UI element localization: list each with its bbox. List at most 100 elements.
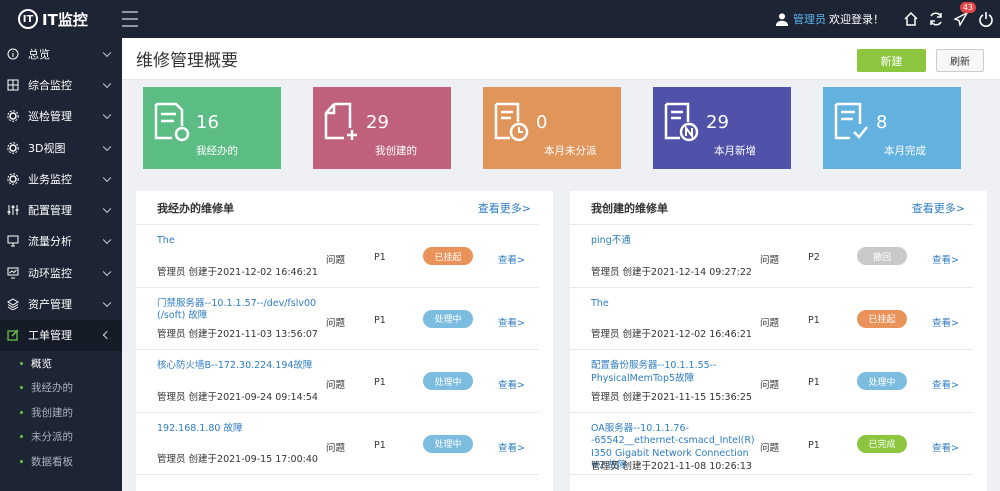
layers-icon bbox=[7, 298, 19, 311]
stat-card-handled[interactable]: 16 我经办的 bbox=[143, 87, 281, 169]
cube-icon bbox=[7, 141, 19, 154]
chevron-down-icon bbox=[102, 79, 112, 88]
stat-number: 16 bbox=[196, 112, 219, 133]
sidebar-item-overview[interactable]: 总览 bbox=[0, 38, 122, 69]
order-title-link[interactable]: The bbox=[591, 298, 751, 311]
view-link[interactable]: 查看> bbox=[932, 252, 959, 266]
view-link[interactable]: 查看> bbox=[498, 252, 525, 266]
order-title-link[interactable]: The bbox=[157, 235, 317, 248]
sidebar-item-traffic[interactable]: 流量分析 bbox=[0, 226, 122, 257]
sidebar-item-environment[interactable]: 动环监控 bbox=[0, 257, 122, 288]
sidebar-sub-dashboard[interactable]: 数据看板 bbox=[0, 449, 122, 474]
stat-card-done-month[interactable]: 8 本月完成 bbox=[823, 87, 961, 169]
new-button[interactable]: 新建 bbox=[857, 49, 926, 72]
panel-handled-orders: 我经办的维修单 查看更多> The 管理员 创建于2021-12-02 16:4… bbox=[136, 191, 553, 491]
sidebar-sub-overview[interactable]: 概览 bbox=[0, 351, 122, 376]
order-type: 问题 bbox=[326, 317, 346, 329]
table-row: 配置备份服务器--10.1.1.55--PhysicalMemTop5故障 管理… bbox=[570, 350, 973, 413]
chevron-down-icon bbox=[102, 298, 112, 308]
user-icon bbox=[775, 13, 789, 26]
sidebar-item-workorder[interactable]: 工单管理 bbox=[0, 319, 122, 351]
sidebar-item-3d-view[interactable]: 3D视图 bbox=[0, 132, 122, 163]
menu-toggle-icon[interactable] bbox=[122, 11, 144, 27]
screen-icon bbox=[7, 235, 19, 247]
sidebar-sub-label: 我创建的 bbox=[31, 406, 73, 419]
stat-number: 8 bbox=[876, 112, 888, 133]
order-priority: P1 bbox=[808, 377, 820, 388]
panel-title: 我创建的维修单 bbox=[591, 201, 668, 215]
view-link[interactable]: 查看> bbox=[932, 377, 959, 391]
chevron-down-icon bbox=[102, 204, 112, 214]
chevron-down-icon bbox=[102, 110, 112, 120]
order-type: 问题 bbox=[760, 255, 780, 266]
stat-label: 我创建的 bbox=[375, 145, 417, 157]
page-title: 维修管理概要 bbox=[136, 51, 238, 71]
order-priority: P1 bbox=[374, 439, 386, 451]
order-type: 问题 bbox=[326, 442, 346, 454]
view-link[interactable]: 查看> bbox=[498, 315, 525, 329]
order-priority: P1 bbox=[374, 377, 386, 388]
main-content: 维修管理概要 新建 刷新 16 我经办的 29 我创建的 0 本月未分派 29 … bbox=[122, 38, 1000, 491]
sidebar-item-config[interactable]: 配置管理 bbox=[0, 194, 122, 225]
sidebar-item-label: 综合监控 bbox=[28, 78, 72, 92]
power-icon[interactable] bbox=[978, 11, 994, 27]
info-circle-icon bbox=[7, 48, 19, 60]
table-row: 门禁服务器--10.1.1.57--/dev/fslv00 (/soft) 故障… bbox=[136, 288, 539, 350]
view-link[interactable]: 查看> bbox=[498, 377, 525, 391]
user-name-link[interactable]: 管理员 bbox=[793, 11, 826, 27]
sidebar-item-inspection[interactable]: 巡检管理 bbox=[0, 101, 122, 132]
order-title-link[interactable]: 门禁服务器--10.1.1.57--/dev/fslv00 (/soft) 故障 bbox=[157, 298, 317, 323]
stat-card-unassigned[interactable]: 0 本月未分派 bbox=[483, 87, 621, 169]
refresh-button[interactable]: 刷新 bbox=[936, 49, 984, 72]
bullet-dot bbox=[20, 459, 23, 463]
doc-clock-icon bbox=[494, 102, 529, 142]
bullet-dot bbox=[20, 435, 23, 439]
sidebar-item-monitoring[interactable]: 综合监控 bbox=[0, 69, 122, 100]
sidebar-item-assets[interactable]: 资产管理 bbox=[0, 288, 122, 319]
sidebar-sub-created[interactable]: 我创建的 bbox=[0, 400, 122, 425]
sidebar-item-business[interactable]: 业务监控 bbox=[0, 163, 122, 194]
order-meta: 管理员 创建于2021-12-02 16:46:21 bbox=[591, 329, 752, 340]
order-meta: 管理员 创建于2021-09-15 17:00:40 bbox=[157, 454, 318, 465]
sidebar-sub-label: 概览 bbox=[31, 357, 52, 370]
welcome-text: 欢迎登录！ bbox=[829, 13, 884, 26]
order-title-link[interactable]: ping不通 bbox=[591, 235, 751, 248]
table-row: The 管理员 创建于2021-12-02 16:46:21 问题 P1 已挂起… bbox=[570, 288, 973, 350]
brand[interactable]: IT IT监控 bbox=[0, 0, 122, 38]
view-link[interactable]: 查看> bbox=[932, 440, 959, 454]
order-meta: 管理员 创建于2021-12-14 09:27:22 bbox=[591, 266, 752, 278]
bullet-dot bbox=[20, 361, 23, 365]
screen-chart-icon bbox=[7, 267, 19, 279]
view-link[interactable]: 查看> bbox=[498, 440, 525, 454]
refresh-icon[interactable] bbox=[928, 11, 944, 27]
view-link[interactable]: 查看> bbox=[932, 315, 959, 329]
sidebar-sub-handled[interactable]: 我经办的 bbox=[0, 375, 122, 400]
stat-card-new-month[interactable]: 29 本月新增 bbox=[653, 87, 791, 169]
sliders-icon bbox=[7, 205, 19, 216]
order-title-link[interactable]: 192.168.1.80 故障 bbox=[157, 423, 317, 436]
cogs-icon bbox=[7, 173, 19, 185]
sidebar-item-label: 总览 bbox=[28, 47, 50, 61]
chevron-left-icon bbox=[102, 331, 112, 340]
sidebar-sub-unassigned[interactable]: 未分派的 bbox=[0, 424, 122, 449]
order-meta: 管理员 创建于2021-11-08 10:26:13 bbox=[591, 461, 752, 472]
table-row: The 管理员 创建于2021-12-02 16:46:21 问题 P1 已挂起… bbox=[136, 225, 539, 288]
view-more-link[interactable]: 查看更多> bbox=[912, 200, 965, 216]
doc-add-icon bbox=[324, 102, 357, 140]
table-row: OA服务器--10.1.1.76--65542__ethernet-csmacd… bbox=[570, 413, 973, 475]
table-row: 192.168.1.80 故障 管理员 创建于2021-09-15 17:00:… bbox=[136, 413, 539, 475]
view-more-link[interactable]: 查看更多> bbox=[478, 200, 531, 216]
notification-button[interactable]: 43 bbox=[953, 2, 976, 27]
order-title-link[interactable]: 核心防火墙B--172.30.224.194故障 bbox=[157, 360, 317, 373]
stat-card-created[interactable]: 29 我创建的 bbox=[313, 87, 451, 169]
order-meta: 管理员 创建于2021-11-15 15:36:25 bbox=[591, 391, 752, 403]
home-icon[interactable] bbox=[903, 11, 919, 27]
top-right-area: 管理员 欢迎登录！ 43 bbox=[775, 0, 1000, 38]
notification-badge: 43 bbox=[959, 2, 976, 13]
order-type: 问题 bbox=[760, 442, 780, 454]
order-type: 问题 bbox=[760, 317, 780, 329]
table-row: 核心防火墙B--172.30.224.194故障 管理员 创建于2021-09-… bbox=[136, 350, 539, 413]
status-badge: 已完成 bbox=[857, 434, 907, 453]
doc-check-icon bbox=[834, 102, 868, 140]
order-title-link[interactable]: 配置备份服务器--10.1.1.55--PhysicalMemTop5故障 bbox=[591, 360, 751, 385]
